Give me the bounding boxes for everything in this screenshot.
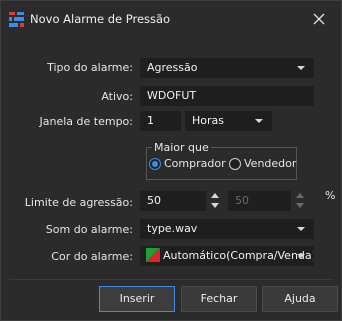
radio-comprador[interactable] <box>149 158 161 170</box>
janela-unit-value: Horas <box>192 114 224 127</box>
tipo-select[interactable]: Agressão <box>140 58 314 78</box>
janela-unit-select[interactable]: Horas <box>185 111 272 131</box>
cor-select-value: Automático(Compra/Venda) <box>163 249 314 262</box>
percent-symbol: % <box>325 189 336 202</box>
grid-app-icon <box>9 12 24 27</box>
close-icon[interactable] <box>310 10 328 28</box>
ativo-input[interactable]: WDOFUT <box>140 86 314 106</box>
chevron-down-icon <box>255 119 263 123</box>
ativo-input-value: WDOFUT <box>147 89 197 102</box>
ativo-label: Ativo: <box>101 90 133 103</box>
radio-comprador-label[interactable]: Comprador <box>164 157 226 170</box>
chevron-down-icon <box>297 66 305 70</box>
tipo-label: Tipo do alarme: <box>47 61 133 74</box>
spinner-down-icon[interactable] <box>211 203 219 208</box>
footer-divider <box>9 279 333 280</box>
percent-spinner <box>295 191 305 211</box>
janela-input-value: 1 <box>147 114 154 127</box>
cor-select[interactable]: Automático(Compra/Venda) <box>140 246 314 266</box>
cor-label: Cor do alarme: <box>51 250 133 263</box>
janela-input[interactable]: 1 <box>140 111 181 131</box>
dialog-title: Novo Alarme de Pressão <box>30 12 171 26</box>
color-swatch-icon <box>146 248 160 262</box>
alarm-dialog: Novo Alarme de Pressão Tipo do alarme: A… <box>0 0 342 321</box>
spinner-up-icon <box>296 193 304 198</box>
tipo-select-value: Agressão <box>147 61 198 74</box>
radio-vendedor-label[interactable]: Vendedor <box>244 157 296 170</box>
som-select-value: type.wav <box>147 222 198 235</box>
chevron-down-icon <box>297 254 305 258</box>
som-label: Som do alarme: <box>45 223 133 236</box>
inserir-button[interactable]: Inserir <box>99 286 175 312</box>
janela-label: Janela de tempo: <box>39 115 133 128</box>
fechar-button[interactable]: Fechar <box>181 286 257 312</box>
limite-input[interactable]: 50 <box>140 191 206 211</box>
limite-input-value: 50 <box>147 194 161 207</box>
limite-spinner[interactable] <box>210 191 220 211</box>
som-select[interactable]: type.wav <box>140 219 314 239</box>
chevron-down-icon <box>297 227 305 231</box>
percent-input-value: 50 <box>235 194 249 207</box>
spinner-up-icon[interactable] <box>211 193 219 198</box>
ajuda-button[interactable]: Ajuda <box>262 286 338 312</box>
maior-que-title: Maior que <box>152 141 211 154</box>
percent-input: 50 <box>228 191 291 211</box>
limite-label: Limite de agressão: <box>24 196 133 209</box>
title-bar: Novo Alarme de Pressão <box>1 1 341 37</box>
radio-vendedor[interactable] <box>229 158 241 170</box>
spinner-down-icon <box>296 203 304 208</box>
